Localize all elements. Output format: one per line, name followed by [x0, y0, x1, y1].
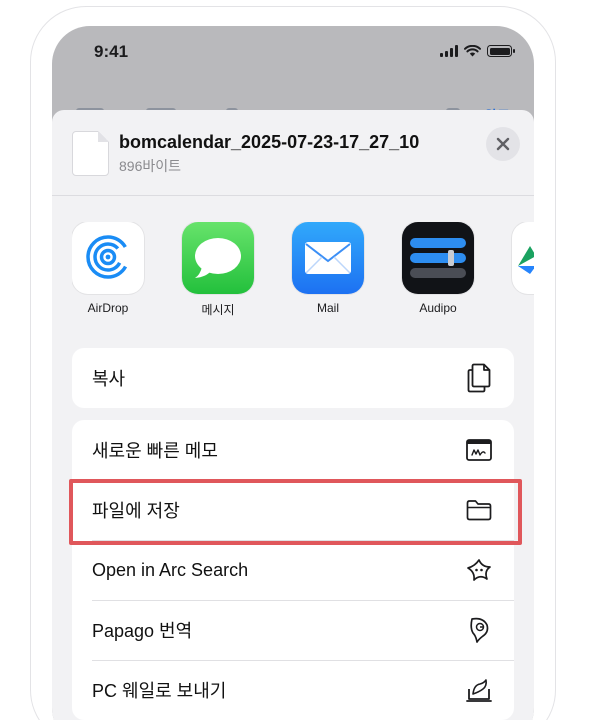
phone-screen: 9:41 완료 bomcalendar_2025-07-23-17_27_10 …: [52, 26, 534, 720]
wifi-icon: [464, 45, 481, 57]
battery-icon: [487, 45, 515, 57]
arc-search-icon: [464, 555, 494, 585]
share-apps-row: AirDrop 메시지 Mail Audipo: [72, 222, 534, 322]
copy-icon: [464, 363, 494, 393]
google-drive-icon: [512, 222, 534, 294]
app-partial-next[interactable]: [512, 222, 534, 294]
app-label-airdrop: AirDrop: [87, 301, 129, 315]
app-label-messages: 메시지: [201, 303, 235, 317]
action-quick-note[interactable]: 새로운 빠른 메모: [72, 420, 514, 480]
action-label-papago-translate: Papago 번역: [92, 621, 193, 641]
action-papago-translate[interactable]: Papago 번역: [72, 600, 514, 660]
messages-icon: [182, 222, 254, 294]
folder-icon: [464, 495, 494, 525]
status-icons: [440, 45, 515, 57]
file-size: 896바이트: [119, 158, 181, 174]
app-label-audipo: Audipo: [419, 301, 457, 315]
status-bar: 9:41: [52, 26, 534, 82]
action-label-open-arc-search: Open in Arc Search: [92, 559, 249, 580]
action-group-main: 새로운 빠른 메모 파일에 저장 Open in Arc Search Papa…: [72, 420, 514, 720]
action-save-to-files[interactable]: 파일에 저장: [72, 480, 514, 540]
app-audipo[interactable]: Audipo: [402, 222, 474, 315]
document-icon: [72, 131, 109, 176]
status-time: 9:41: [94, 42, 129, 61]
close-icon: [496, 137, 510, 151]
action-group-copy: 복사: [72, 348, 514, 408]
action-label-send-to-pc-whale: PC 웨일로 보내기: [92, 681, 227, 701]
action-copy[interactable]: 복사: [72, 348, 514, 408]
quick-note-icon: [464, 435, 494, 465]
share-sheet: bomcalendar_2025-07-23-17_27_10 896바이트 A…: [52, 110, 534, 720]
whale-send-icon: [464, 675, 494, 705]
close-button[interactable]: [486, 127, 520, 161]
action-label-quick-note: 새로운 빠른 메모: [92, 441, 218, 461]
action-open-arc-search[interactable]: Open in Arc Search: [72, 540, 514, 600]
action-send-to-pc-whale[interactable]: PC 웨일로 보내기: [72, 660, 514, 720]
action-label-copy: 복사: [92, 369, 126, 389]
audipo-icon: [402, 222, 474, 294]
file-name: bomcalendar_2025-07-23-17_27_10: [119, 132, 420, 152]
action-label-save-to-files: 파일에 저장: [92, 501, 180, 521]
mail-icon: [292, 222, 364, 294]
cellular-signal-icon: [440, 45, 458, 57]
app-mail[interactable]: Mail: [292, 222, 364, 315]
app-label-mail: Mail: [316, 301, 339, 315]
app-airdrop[interactable]: AirDrop: [72, 222, 144, 315]
share-sheet-header: bomcalendar_2025-07-23-17_27_10 896바이트: [52, 110, 534, 196]
papago-icon: [464, 615, 494, 645]
app-messages[interactable]: 메시지: [182, 222, 254, 318]
airdrop-icon: [72, 222, 144, 294]
